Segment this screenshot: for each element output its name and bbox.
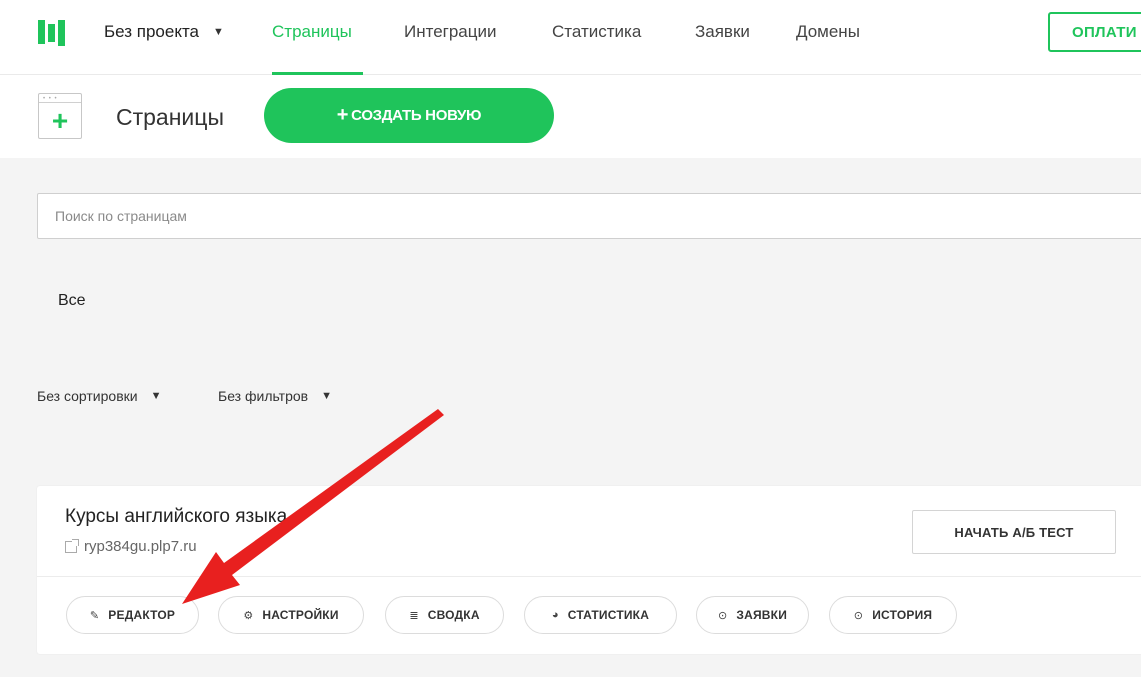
- check-circle-icon: ⊙: [853, 609, 864, 622]
- editor-button[interactable]: ✎ РЕДАКТОР: [66, 596, 199, 634]
- settings-label: НАСТРОЙКИ: [262, 608, 339, 622]
- create-new-button[interactable]: + СОЗДАТЬ НОВУЮ: [264, 88, 554, 143]
- leads-button[interactable]: ⊙ ЗАЯВКИ: [696, 596, 809, 634]
- leads-label: ЗАЯВКИ: [736, 608, 788, 622]
- search-input[interactable]: [37, 193, 1141, 239]
- edit-icon: ✎: [89, 609, 100, 622]
- main-content: Все Без сортировки ▼ Без фильтров ▼ Курс…: [0, 158, 1141, 677]
- page-title: Страницы: [116, 104, 224, 130]
- pie-chart-icon: ◕: [551, 609, 559, 621]
- start-ab-test-button[interactable]: НАЧАТЬ А/Б ТЕСТ: [912, 510, 1116, 554]
- page-card: Курсы английского языка ryp384gu.plp7.ru…: [37, 486, 1141, 654]
- list-icon: ≣: [409, 609, 419, 622]
- logo-icon[interactable]: [38, 20, 68, 46]
- gear-icon: ⚙: [243, 609, 254, 622]
- top-navigation: Без проекта ▼ Страницы Интеграции Статис…: [0, 0, 1141, 75]
- summary-label: СВОДКА: [427, 608, 480, 622]
- create-new-label: СОЗДАТЬ НОВУЮ: [351, 107, 482, 124]
- project-selector[interactable]: Без проекта ▼: [104, 22, 224, 42]
- page-card-title[interactable]: Курсы английского языка: [65, 506, 287, 528]
- nav-pages[interactable]: Страницы: [272, 22, 352, 42]
- chevron-down-icon: ▼: [321, 390, 332, 402]
- statistics-button[interactable]: ◕ СТАТИСТИКА: [524, 596, 677, 634]
- statistics-label: СТАТИСТИКА: [567, 608, 650, 622]
- page-url-link[interactable]: ryp384gu.plp7.ru: [65, 538, 197, 555]
- active-tab-indicator: [272, 72, 363, 75]
- check-circle-icon: ⊙: [717, 609, 728, 622]
- sort-dropdown[interactable]: Без сортировки ▼: [37, 388, 161, 404]
- new-page-icon: • • • +: [38, 93, 82, 139]
- page-header: • • • + Страницы + СОЗДАТЬ НОВУЮ: [0, 76, 1141, 158]
- external-link-icon: [65, 538, 79, 553]
- editor-label: РЕДАКТОР: [108, 608, 176, 622]
- history-label: ИСТОРИЯ: [872, 608, 933, 622]
- filter-dropdown[interactable]: Без фильтров ▼: [218, 388, 332, 404]
- nav-statistics[interactable]: Статистика: [552, 22, 641, 42]
- filter-label: Без фильтров: [218, 388, 309, 404]
- chevron-down-icon: ▼: [150, 390, 162, 402]
- filter-tab-all[interactable]: Все: [58, 292, 86, 310]
- history-button[interactable]: ⊙ ИСТОРИЯ: [829, 596, 957, 634]
- divider: [37, 576, 1141, 577]
- plus-icon: +: [336, 104, 349, 126]
- chevron-down-icon: ▼: [213, 26, 224, 38]
- summary-button[interactable]: ≣ СВОДКА: [385, 596, 504, 634]
- pay-button[interactable]: ОПЛАТИ: [1048, 12, 1141, 52]
- nav-leads[interactable]: Заявки: [695, 22, 750, 42]
- page-url: ryp384gu.plp7.ru: [84, 538, 197, 555]
- nav-domains[interactable]: Домены: [796, 22, 860, 42]
- project-name: Без проекта: [104, 22, 200, 41]
- sort-label: Без сортировки: [37, 388, 138, 404]
- nav-integrations[interactable]: Интеграции: [404, 22, 497, 42]
- settings-button[interactable]: ⚙ НАСТРОЙКИ: [218, 596, 364, 634]
